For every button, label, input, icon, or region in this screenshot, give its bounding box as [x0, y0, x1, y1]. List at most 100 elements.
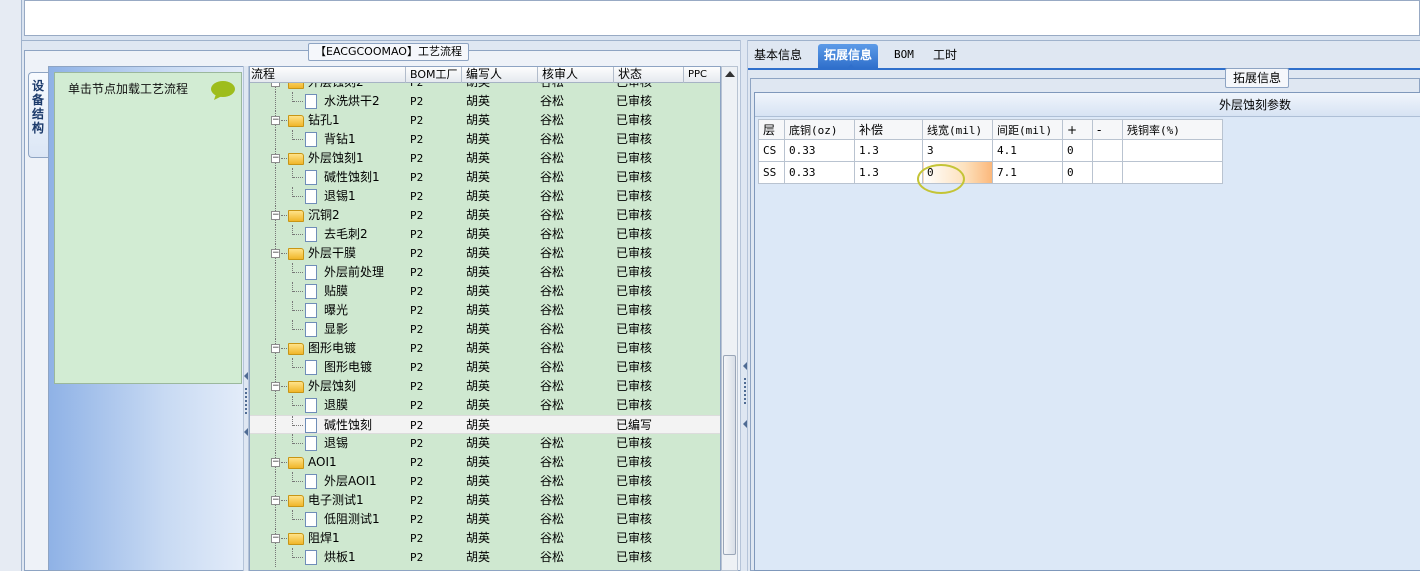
param-cell[interactable]: 3 [922, 139, 993, 162]
tab-bom[interactable]: BOM [888, 44, 920, 68]
file-icon [305, 94, 317, 109]
cell-status: 已审核 [616, 170, 653, 184]
expand-icon[interactable]: − [271, 344, 280, 353]
tree-row[interactable]: 碱性蚀刻 P2 胡英 已编写 [250, 415, 720, 435]
collapse-right-icon[interactable] [743, 362, 747, 370]
tree-row[interactable]: − 沉铜2 P2 胡英 谷松 已审核 [250, 206, 720, 225]
expand-icon[interactable]: − [271, 154, 280, 163]
tree-row[interactable]: 退锡1 P2 胡英 谷松 已审核 [250, 187, 720, 206]
tree-row[interactable]: 曝光 P2 胡英 谷松 已审核 [250, 301, 720, 320]
cell-status: 已审核 [616, 531, 653, 545]
flow-group-title: 【EACGCOOMAO】工艺流程 [308, 43, 469, 61]
tree-row[interactable]: 显影 P2 胡英 谷松 已审核 [250, 320, 720, 339]
tree-row[interactable]: − 外层干膜 P2 胡英 谷松 已审核 [250, 244, 720, 263]
cell-bom: P2 [410, 228, 424, 241]
highlight-ring [917, 164, 965, 194]
cell-bom: P2 [410, 532, 424, 545]
cell-bom: P2 [410, 285, 424, 298]
tree-row[interactable]: 去毛刺2 P2 胡英 谷松 已审核 [250, 225, 720, 244]
chat-bubble-icon[interactable] [210, 80, 236, 100]
collapse-left-icon[interactable] [244, 428, 248, 436]
file-icon [305, 398, 317, 413]
vertical-tab-equipment[interactable]: 设备结构 [28, 72, 48, 158]
tree-row[interactable]: 外层AOI1 P2 胡英 谷松 已审核 [250, 472, 720, 491]
param-cell[interactable]: CS [758, 139, 785, 162]
file-icon [305, 474, 317, 489]
param-cell[interactable] [1092, 161, 1123, 184]
expand-icon[interactable]: − [271, 382, 280, 391]
param-cell[interactable]: 7.1 [992, 161, 1063, 184]
column-header-ppc[interactable]: PPC [684, 67, 720, 83]
param-cell[interactable] [1122, 139, 1223, 162]
tree-row[interactable]: 水洗烘干2 P2 胡英 谷松 已审核 [250, 92, 720, 111]
tree-row[interactable]: 烘板1 P2 胡英 谷松 已审核 [250, 548, 720, 567]
cell-reviewer: 谷松 [540, 341, 565, 355]
column-header-reviewer[interactable]: 核审人 [538, 67, 614, 83]
param-cell[interactable]: 4.1 [992, 139, 1063, 162]
param-cell[interactable]: 0 [1062, 139, 1093, 162]
file-icon [305, 512, 317, 527]
collapse-left-icon[interactable] [244, 372, 248, 380]
tree-node-label: 退锡 [324, 436, 349, 450]
column-header-flow[interactable]: 流程 [250, 67, 406, 83]
param-cell[interactable]: 1.3 [854, 139, 923, 162]
cell-writer: 胡英 [466, 189, 491, 203]
tree-row[interactable]: 退膜 P2 胡英 谷松 已审核 [250, 396, 720, 415]
param-cell[interactable]: 0.33 [784, 161, 855, 184]
tree-row[interactable]: 外层前处理 P2 胡英 谷松 已审核 [250, 263, 720, 282]
cell-bom: P2 [410, 304, 424, 317]
top-panel [24, 0, 1420, 36]
tree-row[interactable]: − AOI1 P2 胡英 谷松 已审核 [250, 453, 720, 472]
tree-node-label: 低阻测试1 [324, 512, 380, 526]
cell-reviewer: 谷松 [540, 113, 565, 127]
cell-reviewer: 谷松 [540, 284, 565, 298]
tree-row[interactable]: − 外层蚀刻1 P2 胡英 谷松 已审核 [250, 149, 720, 168]
tab-basic-info[interactable]: 基本信息 [748, 44, 808, 68]
tree-row[interactable]: − 阻焊1 P2 胡英 谷松 已审核 [250, 529, 720, 548]
param-col-layer: 层 [758, 119, 785, 140]
nav-hint-text: 单击节点加载工艺流程 [68, 82, 189, 96]
param-section-title: 外层蚀刻参数 [1219, 98, 1292, 112]
tree-row[interactable]: 贴膜 P2 胡英 谷松 已审核 [250, 282, 720, 301]
expand-icon[interactable]: − [271, 211, 280, 220]
cell-reviewer: 谷松 [540, 455, 565, 469]
nav-node[interactable] [54, 72, 242, 384]
tree-row[interactable]: − 电子测试1 P2 胡英 谷松 已审核 [250, 491, 720, 510]
expand-icon[interactable]: − [271, 534, 280, 543]
tree-row[interactable]: 图形电镀 P2 胡英 谷松 已审核 [250, 358, 720, 377]
scroll-thumb[interactable] [723, 355, 736, 555]
expand-icon[interactable]: − [271, 249, 280, 258]
cell-bom: P2 [410, 95, 424, 108]
middle-splitter[interactable] [740, 40, 748, 571]
cell-bom: P2 [410, 247, 424, 260]
tree-scrollbar[interactable] [721, 66, 738, 571]
expand-icon[interactable]: − [271, 496, 280, 505]
expand-icon[interactable]: − [271, 116, 280, 125]
expand-icon[interactable]: − [271, 458, 280, 467]
cell-status: 已审核 [616, 341, 653, 355]
param-cell[interactable]: 0.33 [784, 139, 855, 162]
column-header-writer[interactable]: 编写人 [462, 67, 538, 83]
param-cell[interactable]: 1.3 [854, 161, 923, 184]
collapse-right-icon[interactable] [743, 420, 747, 428]
tree-row[interactable]: 低阻测试1 P2 胡英 谷松 已审核 [250, 510, 720, 529]
cell-reviewer: 谷松 [540, 322, 565, 336]
param-header-row: 层 底铜(oz) 补偿 线宽(mil) 间距(mil) + - 残铜率(%) [758, 119, 1223, 140]
param-cell[interactable]: 0 [1062, 161, 1093, 184]
tree-row[interactable]: − 图形电镀 P2 胡英 谷松 已审核 [250, 339, 720, 358]
tree-row[interactable]: 背钻1 P2 胡英 谷松 已审核 [250, 130, 720, 149]
param-cell[interactable] [1122, 161, 1223, 184]
tab-work-hours[interactable]: 工时 [927, 44, 963, 68]
param-col-base-copper: 底铜(oz) [784, 119, 855, 140]
cell-bom: P2 [410, 171, 424, 184]
tree-row[interactable]: − 钻孔1 P2 胡英 谷松 已审核 [250, 111, 720, 130]
param-cell[interactable] [1092, 139, 1123, 162]
param-cell[interactable]: SS [758, 161, 785, 184]
tree-row[interactable]: − 外层蚀刻 P2 胡英 谷松 已审核 [250, 377, 720, 396]
column-header-status[interactable]: 状态 [614, 67, 684, 83]
scroll-up-icon[interactable] [725, 71, 735, 77]
tree-row[interactable]: 碱性蚀刻1 P2 胡英 谷松 已审核 [250, 168, 720, 187]
cell-reviewer: 谷松 [540, 512, 565, 526]
tree-row[interactable]: 退锡 P2 胡英 谷松 已审核 [250, 434, 720, 453]
column-header-bom[interactable]: BOM工厂 [406, 67, 462, 83]
